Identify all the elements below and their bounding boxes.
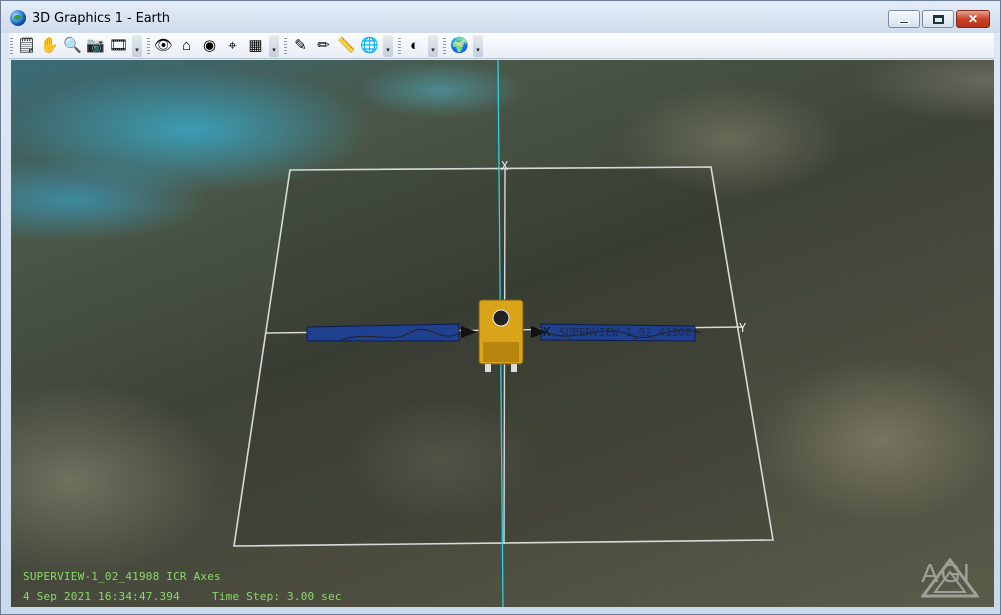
pan-hand-button[interactable]: ✋ (38, 35, 61, 57)
toolbar-overflow-button[interactable]: ▾ (383, 34, 393, 57)
caption-buttons: ✕ (888, 10, 990, 28)
globe-settings-button[interactable]: 🌐 (358, 35, 381, 57)
stored-views-button[interactable]: ▦ (244, 35, 267, 57)
measure-ruler-button[interactable]: 📏 (335, 35, 358, 57)
minimize-button[interactable] (888, 10, 920, 28)
close-button[interactable]: ✕ (956, 10, 990, 28)
thruster-right (511, 364, 517, 372)
orient-view-icon: ⌖ (228, 37, 237, 54)
earth-globe-button[interactable]: 🌍 (448, 35, 471, 57)
snapshot-button[interactable]: 📷 (84, 35, 107, 57)
terrain-globe-icon: ◐ (409, 37, 420, 54)
terrain-globe-button[interactable]: ◐ (403, 35, 426, 57)
time-step-text: Time Step: 3.00 sec (212, 590, 342, 603)
snapshot-icon: 📷 (86, 37, 105, 54)
view-object-icon: ◉ (202, 37, 217, 54)
highlight-pen-icon: ✎ (294, 37, 307, 54)
3d-viewport[interactable]: X Y X SUPERVIEW-1_02_41908 SUPERVIEW-1_0… (11, 60, 994, 607)
stored-views-icon: ▦ (248, 37, 263, 54)
minimize-icon (899, 20, 909, 24)
maximize-button[interactable] (922, 10, 954, 28)
sensor-aperture (492, 309, 510, 327)
zoom-button[interactable]: 🔍 (61, 35, 84, 57)
solar-panel-left (306, 323, 460, 342)
highlight-pen-button[interactable]: ✎ (289, 35, 312, 57)
toolbar-group: 🌍 ▾ (442, 34, 487, 58)
toolbar-overflow-button[interactable]: ▾ (428, 34, 438, 57)
close-icon: ✕ (967, 12, 979, 26)
graphics-toolbar: 🗒 ✋ 🔍 📷 🎞 ▾ 👁 ⌂ ◉ ⌖ ▦ ▾ ✎ ✏ 📏 🌐 ▾ ◐ ▾ 🌍 ▾ (9, 33, 994, 59)
body-axis-label: X (543, 325, 551, 339)
y-axis-label: Y (739, 321, 747, 335)
earth-globe-icon: 🌍 (450, 37, 469, 54)
axes-status-text: SUPERVIEW-1_02_41908 ICR Axes (23, 570, 221, 583)
home-view-icon: ⌂ (181, 37, 192, 54)
maximize-icon (932, 14, 944, 24)
globe-settings-icon: 🌐 (360, 37, 379, 54)
measure-ruler-icon: 📏 (337, 37, 356, 54)
satellite-label: SUPERVIEW-1_02_41908 (559, 326, 691, 339)
properties-button[interactable]: 🗒 (15, 35, 38, 57)
toolbar-overflow-button[interactable]: ▾ (132, 34, 142, 57)
thruster-left (485, 364, 491, 372)
toolbar-group: ◐ ▾ (397, 34, 442, 58)
marker-pen-icon: ✏ (317, 37, 330, 54)
earth-globe-icon[interactable] (10, 10, 26, 26)
toolbar-overflow-button[interactable]: ▾ (473, 34, 483, 57)
app-window: 3D Graphics 1 - Earth ✕ 🗒 ✋ 🔍 📷 🎞 ▾ 👁 ⌂ ◉ ⌖ ▦ ▾ ✎ ✏ 📏 🌐… (0, 0, 1001, 615)
zoom-icon: 🔍 (63, 37, 82, 54)
record-movie-icon: 🎞 (108, 37, 129, 54)
title-bar[interactable]: 3D Graphics 1 - Earth ✕ (1, 1, 1000, 33)
properties-icon: 🗒 (16, 37, 37, 54)
toolbar-overflow-button[interactable]: ▾ (269, 34, 279, 57)
view-from-to-button[interactable]: 👁 (152, 35, 175, 57)
agi-logo-mark (921, 558, 980, 598)
satellite-bus-lower (483, 342, 519, 362)
scene-overlay: X Y X SUPERVIEW-1_02_41908 (233, 60, 774, 607)
marker-pen-button[interactable]: ✏ (312, 35, 335, 57)
pan-hand-icon: ✋ (40, 37, 59, 54)
toolbar-group: ✎ ✏ 📏 🌐 ▾ (283, 34, 397, 58)
animation-date-text: 4 Sep 2021 16:34:47.394 (23, 590, 180, 603)
view-from-to-icon: 👁 (153, 37, 174, 54)
toolbar-group: 🗒 ✋ 🔍 📷 🎞 ▾ (9, 34, 146, 58)
x-axis-label: X (501, 159, 509, 173)
window-title: 3D Graphics 1 - Earth (32, 11, 170, 26)
orient-view-button[interactable]: ⌖ (221, 35, 244, 57)
view-object-button[interactable]: ◉ (198, 35, 221, 57)
record-movie-button[interactable]: 🎞 (107, 35, 130, 57)
agi-logo: AGI (921, 558, 980, 598)
toolbar-group: 👁 ⌂ ◉ ⌖ ▦ ▾ (146, 34, 283, 58)
home-view-button[interactable]: ⌂ (175, 35, 198, 57)
